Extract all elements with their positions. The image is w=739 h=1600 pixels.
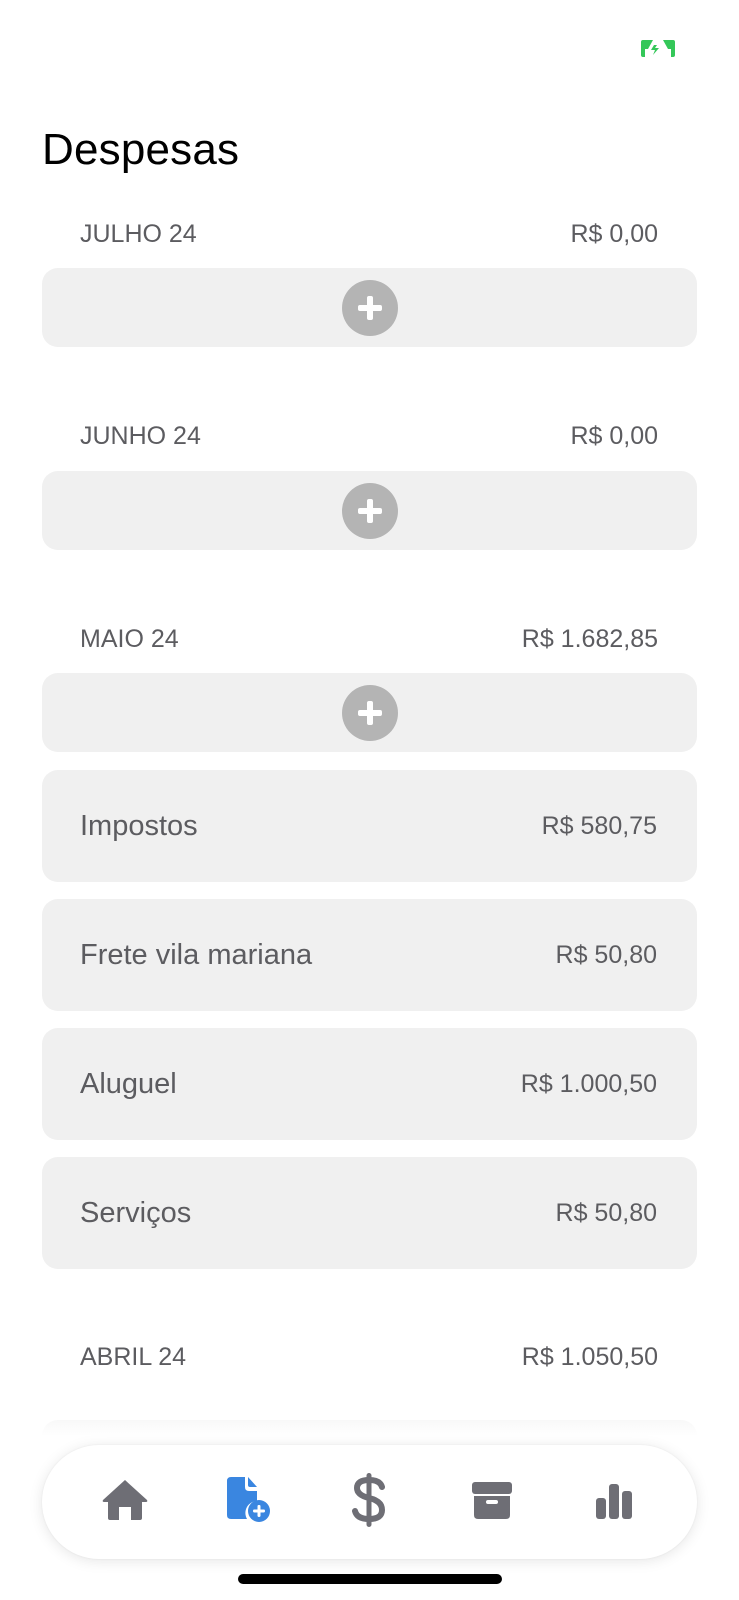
tab-expenses[interactable] xyxy=(207,1462,287,1542)
add-document-icon xyxy=(223,1476,271,1528)
month-header-abril: ABRIL 24 R$ 1.050,50 xyxy=(80,1337,658,1377)
home-indicator xyxy=(238,1574,502,1584)
bar-chart-icon xyxy=(594,1480,634,1525)
month-total: R$ 1.682,85 xyxy=(521,624,658,653)
add-expense-button[interactable] xyxy=(42,673,697,752)
expense-amount: R$ 50,80 xyxy=(555,940,657,969)
month-header-maio: MAIO 24 R$ 1.682,85 xyxy=(80,619,658,659)
expense-name: Serviços xyxy=(80,1196,192,1229)
month-label: JULHO 24 xyxy=(80,219,197,248)
battery-charging-icon xyxy=(640,39,676,59)
month-header-julho: JULHO 24 R$ 0,00 xyxy=(80,214,658,254)
month-label: ABRIL 24 xyxy=(80,1342,187,1371)
tab-reports[interactable] xyxy=(574,1462,654,1542)
tab-inventory[interactable] xyxy=(452,1462,532,1542)
month-label: MAIO 24 xyxy=(80,624,179,653)
expense-name: Frete vila mariana xyxy=(80,938,313,971)
status-bar xyxy=(0,0,739,90)
tab-home[interactable] xyxy=(85,1462,165,1542)
dollar-icon xyxy=(351,1472,387,1532)
expense-item[interactable]: Serviços R$ 50,80 xyxy=(42,1157,697,1269)
month-header-junho: JUNHO 24 R$ 0,00 xyxy=(80,416,658,456)
expense-amount: R$ 50,80 xyxy=(555,1198,657,1227)
page-title: Despesas xyxy=(42,125,240,174)
plus-icon xyxy=(341,279,398,336)
expense-item[interactable]: Aluguel R$ 1.000,50 xyxy=(42,1028,697,1140)
tab-bar xyxy=(42,1445,697,1559)
plus-icon xyxy=(341,684,398,741)
add-expense-button[interactable] xyxy=(42,268,697,347)
expenses-screen: Despesas JULHO 24 R$ 0,00 JUNHO 24 R$ 0,… xyxy=(0,0,739,1600)
add-expense-button[interactable] xyxy=(42,471,697,550)
month-label: JUNHO 24 xyxy=(80,421,201,450)
plus-icon xyxy=(341,482,398,539)
expense-item[interactable]: Impostos R$ 580,75 xyxy=(42,770,697,882)
tab-finance[interactable] xyxy=(329,1462,409,1542)
home-icon xyxy=(101,1478,149,1527)
expense-amount: R$ 580,75 xyxy=(541,811,657,840)
month-total: R$ 0,00 xyxy=(570,219,658,248)
box-icon xyxy=(471,1480,513,1525)
expense-item[interactable]: Frete vila mariana R$ 50,80 xyxy=(42,899,697,1011)
month-total: R$ 0,00 xyxy=(570,421,658,450)
expense-amount: R$ 1.000,50 xyxy=(520,1069,657,1098)
month-total: R$ 1.050,50 xyxy=(521,1342,658,1371)
expense-name: Aluguel xyxy=(80,1067,177,1100)
expense-name: Impostos xyxy=(80,809,198,842)
